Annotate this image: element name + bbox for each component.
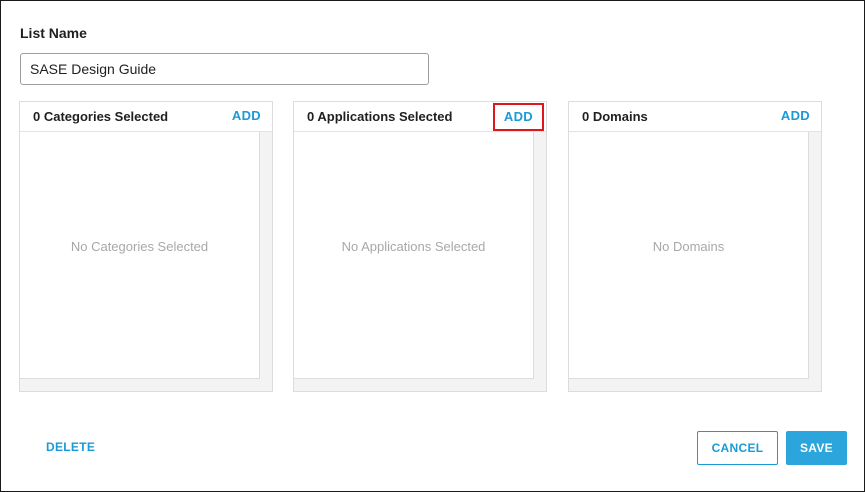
- domains-empty-message: No Domains: [652, 239, 725, 254]
- applications-panel-header: 0 Applications Selected ADD: [294, 102, 546, 132]
- add-categories-button[interactable]: ADD: [232, 108, 261, 123]
- list-name-input[interactable]: [20, 53, 429, 85]
- categories-panel-header: 0 Categories Selected ADD: [20, 102, 272, 132]
- add-domains-button[interactable]: ADD: [781, 108, 810, 123]
- categories-panel: 0 Categories Selected ADD No Categories …: [19, 101, 273, 392]
- applications-panel: 0 Applications Selected ADD No Applicati…: [293, 101, 547, 392]
- categories-list[interactable]: No Categories Selected: [20, 132, 260, 379]
- domains-count-title: 0 Domains: [582, 109, 648, 124]
- save-button[interactable]: SAVE: [786, 431, 847, 465]
- list-editor-dialog: List Name 0 Categories Selected ADD No C…: [0, 0, 865, 492]
- categories-count-title: 0 Categories Selected: [33, 109, 169, 124]
- applications-count-title: 0 Applications Selected: [307, 109, 453, 124]
- delete-button[interactable]: DELETE: [46, 440, 95, 454]
- domains-list[interactable]: No Domains: [569, 132, 809, 379]
- cancel-button[interactable]: CANCEL: [697, 431, 778, 465]
- applications-empty-message: No Applications Selected: [341, 239, 486, 254]
- domains-panel-header: 0 Domains ADD: [569, 102, 821, 132]
- applications-list[interactable]: No Applications Selected: [294, 132, 534, 379]
- list-name-label: List Name: [20, 25, 87, 41]
- add-applications-button[interactable]: ADD: [492, 103, 544, 131]
- domains-panel: 0 Domains ADD No Domains: [568, 101, 822, 392]
- categories-empty-message: No Categories Selected: [70, 239, 209, 254]
